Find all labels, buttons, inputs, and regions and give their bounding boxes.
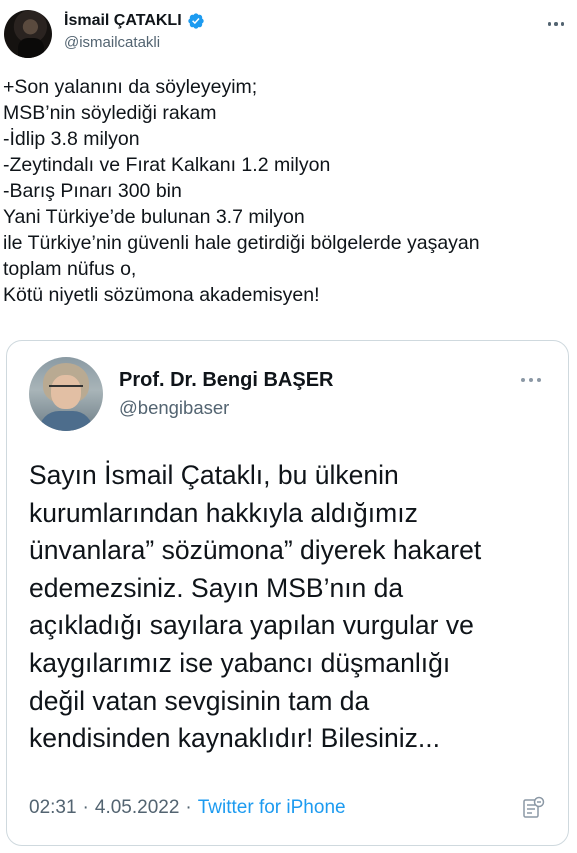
tweet: İsmail ÇATAKLI @ismailcatakli +Son yalan… <box>0 0 577 853</box>
quoted-line: Sayın İsmail Çataklı, bu ülkenin <box>29 460 399 490</box>
tweet-line: toplam nüfus o, <box>3 258 137 280</box>
quoted-author-display-name[interactable]: Prof. Dr. Bengi BAŞER <box>119 369 333 392</box>
meta-separator: · <box>185 797 192 818</box>
tweet-line: -Zeytindalı ve Fırat Kalkanı 1.2 milyon <box>3 154 331 176</box>
quoted-tweet-meta: 02:31 · 4.05.2022 · Twitter for iPhone <box>29 797 346 819</box>
tweet-line: Yani Türkiye’de bulunan 3.7 milyon <box>3 206 305 228</box>
quoted-line: kurumlarından hakkıyla aldığımız <box>29 497 418 528</box>
quoted-more-options-icon[interactable] <box>518 375 544 385</box>
verified-badge-icon <box>187 13 204 29</box>
quoted-line: edemezsiniz. Sayın MSB’nın da <box>29 572 404 603</box>
quoted-author-avatar[interactable] <box>29 357 103 431</box>
author-handle[interactable]: @ismailcatakli <box>64 34 160 51</box>
quoted-line: kendisinden kaynaklıdır! Bilesiniz... <box>29 723 440 754</box>
tweet-header: İsmail ÇATAKLI @ismailcatakli <box>4 8 573 60</box>
tweet-analytics-icon[interactable] <box>520 795 546 821</box>
tweet-line: +Son yalanını da söyleyeyim; <box>3 76 258 98</box>
quoted-line: kaygılarımız ise yabancı düşmanlığı <box>29 647 451 678</box>
tweet-line: -Barış Pınarı 300 bin <box>3 180 182 202</box>
quoted-author-handle[interactable]: @bengibaser <box>119 397 229 419</box>
quoted-line: ünvanlara” sözümona” diyerek hakaret <box>29 535 482 566</box>
tweet-line: Kötü niyetli sözümona akademisyen! <box>3 284 320 306</box>
tweet-line: MSB’nin söylediği rakam <box>3 102 217 124</box>
tweet-text: +Son yalanını da söyleyeyim; MSB’nin söy… <box>3 74 573 308</box>
meta-separator: · <box>82 797 89 818</box>
author-avatar[interactable] <box>4 10 52 58</box>
quoted-line: açıkladığı sayılara yapılan vurgular ve <box>29 610 474 641</box>
quoted-tweet-text: Sayın İsmail Çataklı, bu ülkenin kurumla… <box>29 457 549 758</box>
tweet-line: ile Türkiye’nin güvenli hale getirdiği b… <box>3 232 480 254</box>
tweet-time[interactable]: 02:31 <box>29 797 77 819</box>
tweet-date[interactable]: 4.05.2022 <box>95 797 180 819</box>
quoted-line: değil vatan sevgisinin tam da <box>29 685 370 716</box>
author-display-name[interactable]: İsmail ÇATAKLI <box>64 12 182 30</box>
more-options-icon[interactable] <box>545 16 567 32</box>
author-name-row: İsmail ÇATAKLI <box>64 12 205 30</box>
quoted-tweet-card[interactable]: Prof. Dr. Bengi BAŞER @bengibaser Sayın … <box>6 340 569 846</box>
tweet-source-link[interactable]: Twitter for iPhone <box>198 797 346 819</box>
tweet-line: -İdlip 3.8 milyon <box>3 128 140 150</box>
